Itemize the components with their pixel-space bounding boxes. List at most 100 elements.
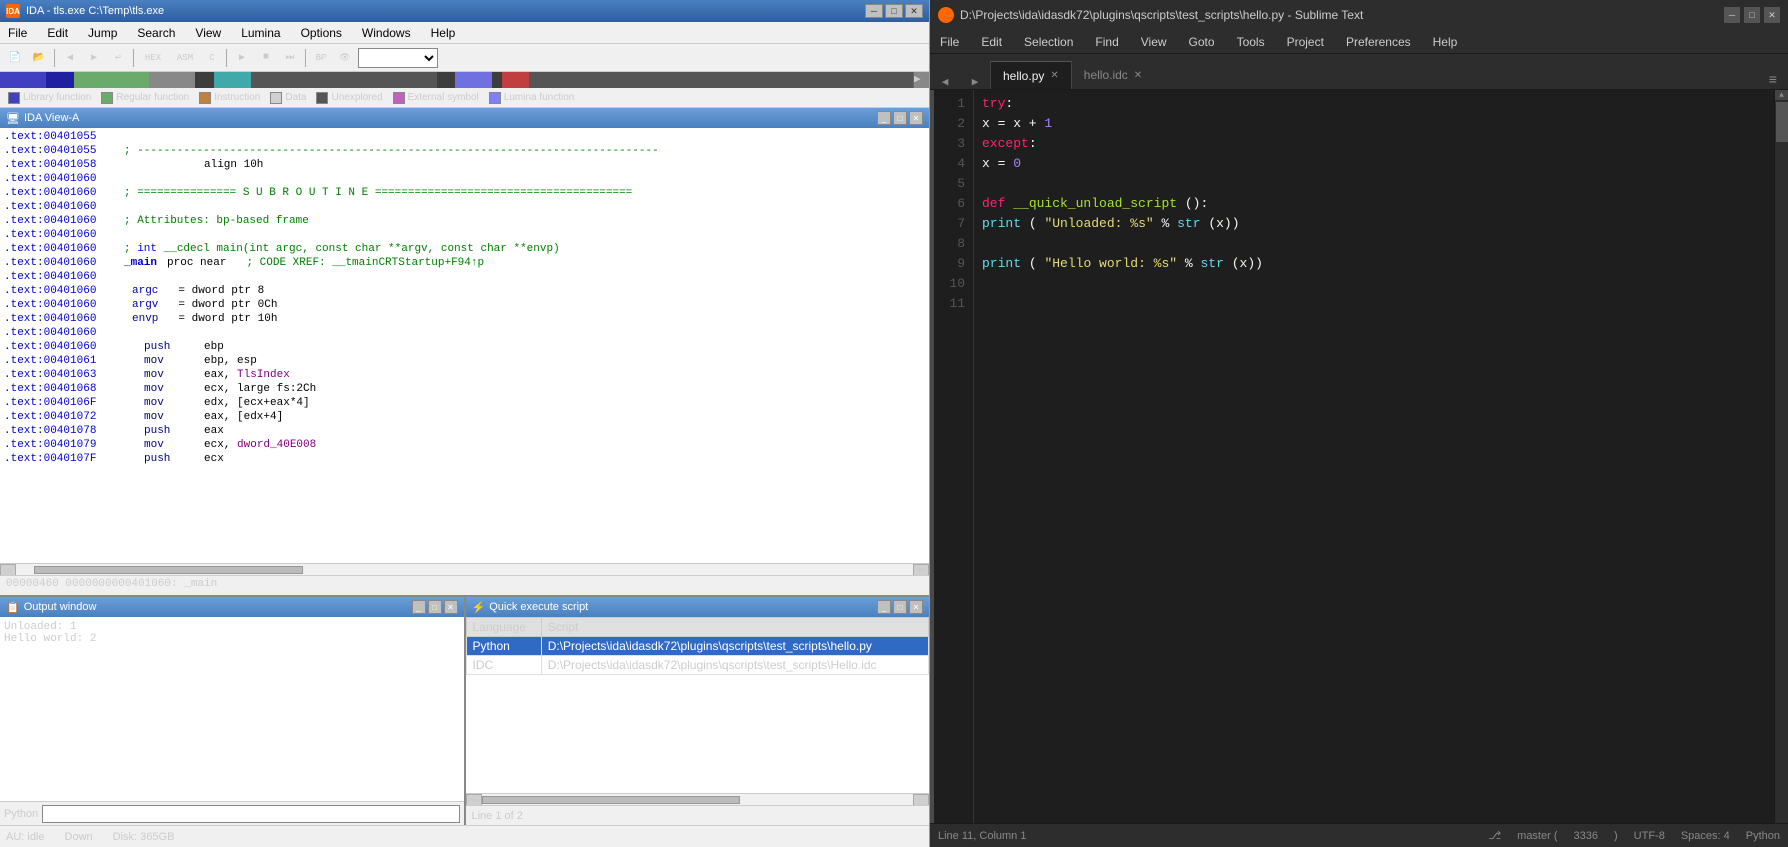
toolbar-sep1 xyxy=(54,49,55,67)
tab-hello-idc-close[interactable]: ✕ xyxy=(1134,70,1142,81)
line-num-2: 2 xyxy=(938,114,965,134)
script-maximize[interactable]: □ xyxy=(893,600,907,614)
toolbar-forward[interactable]: ▶ xyxy=(83,47,105,69)
tab-hello-idc[interactable]: hello.idc ✕ xyxy=(1072,61,1154,89)
script-scroll-left[interactable]: ◀ xyxy=(466,794,482,806)
sublime-statusbar: Line 11, Column 1 ⎇ master (3336) UTF-8 … xyxy=(930,823,1788,847)
nav-scroll-right[interactable]: ▶ xyxy=(913,72,929,88)
ida-statusbar: AU: idle Down Disk: 365GB xyxy=(0,825,929,847)
sublime-menu-view[interactable]: View xyxy=(1135,34,1173,50)
script-row-idc[interactable]: IDC D:\Projects\ida\idasdk72\plugins\qsc… xyxy=(466,656,929,675)
script-scroll-right[interactable]: ▶ xyxy=(913,794,929,806)
python-input[interactable] xyxy=(42,805,459,823)
scroll-right-btn[interactable]: ▶ xyxy=(913,564,929,576)
sublime-status-right: ⎇ master (3336) UTF-8 Spaces: 4 Python xyxy=(1488,829,1780,842)
menu-lumina[interactable]: Lumina xyxy=(237,25,284,41)
sublime-menu-tools[interactable]: Tools xyxy=(1231,34,1271,50)
sublime-vscrollbar[interactable]: ▲ xyxy=(1774,90,1788,823)
toolbar-new[interactable]: 📄 xyxy=(4,47,26,69)
menu-help[interactable]: Help xyxy=(427,25,460,41)
minimize-button[interactable]: ─ xyxy=(865,4,883,18)
ida-code-view[interactable]: .text:00401055 .text:00401055 ; --------… xyxy=(0,128,929,563)
script-footer: Line 1 of 2 xyxy=(466,805,930,825)
legend-unexp-color xyxy=(316,92,328,104)
ida-icon: IDA xyxy=(6,4,20,18)
toolbar-run[interactable]: ▶ xyxy=(231,47,253,69)
close-button[interactable]: ✕ xyxy=(905,4,923,18)
legend-lumina: Lumina function xyxy=(489,92,575,104)
navigation-bar[interactable]: ▶ xyxy=(0,72,929,88)
menu-file[interactable]: File xyxy=(4,25,31,41)
script-minimize[interactable]: _ xyxy=(877,600,891,614)
ida-view-close[interactable]: ✕ xyxy=(909,111,923,125)
script-table[interactable]: Language Script Python D:\Projects\ida\i… xyxy=(466,617,930,793)
sublime-close[interactable]: ✕ xyxy=(1764,7,1780,23)
ida-title: IDA - tls.exe C:\Temp\tls.exe xyxy=(26,5,164,17)
sublime-window: D:\Projects\ida\idasdk72\plugins\qscript… xyxy=(930,0,1788,847)
tab-nav-prev[interactable]: ◀ xyxy=(930,75,960,89)
sublime-menu-goto[interactable]: Goto xyxy=(1183,34,1221,50)
menu-jump[interactable]: Jump xyxy=(84,25,121,41)
output-content[interactable]: Unloaded: 1 Hello world: 2 xyxy=(0,617,464,801)
sublime-menu-preferences[interactable]: Preferences xyxy=(1340,34,1417,50)
toolbar-c[interactable]: C xyxy=(202,47,222,69)
toolbar-sep2 xyxy=(133,49,134,67)
horizontal-scrollbar[interactable]: ◀ ▶ xyxy=(0,563,929,575)
ida-view-maximize[interactable]: □ xyxy=(893,111,907,125)
toolbar-asm[interactable]: ASM xyxy=(170,47,200,69)
tab-nav-next[interactable]: ▶ xyxy=(960,75,990,89)
sublime-tabbar: ◀ ▶ hello.py ✕ hello.idc ✕ ≡ xyxy=(930,54,1788,90)
toolbar-bp[interactable]: BP xyxy=(310,47,332,69)
script-scroll-thumb[interactable] xyxy=(482,796,741,804)
tab-menu-btn[interactable]: ≡ xyxy=(1758,73,1788,89)
vscroll-up[interactable]: ▲ xyxy=(1775,90,1788,100)
col-script: Script xyxy=(541,618,928,637)
nav-block-red xyxy=(502,72,530,88)
toolbar-stop[interactable]: ■ xyxy=(255,47,277,69)
maximize-button[interactable]: □ xyxy=(885,4,903,18)
vscroll-thumb[interactable] xyxy=(1776,102,1788,142)
code-line: .text:00401060 ; int __cdecl main(int ar… xyxy=(0,242,929,256)
toolbar-open[interactable]: 📂 xyxy=(28,47,50,69)
menu-options[interactable]: Options xyxy=(297,25,346,41)
sublime-menu-project[interactable]: Project xyxy=(1281,34,1330,50)
ida-toolbar: 📄 📂 ◀ ▶ ↩ HEX ASM C ▶ ■ ⏭ BP 👁 xyxy=(0,44,929,72)
scroll-thumb[interactable] xyxy=(34,566,303,574)
sublime-menu-file[interactable]: File xyxy=(934,34,965,50)
ida-menu-bar: File Edit Jump Search View Lumina Option… xyxy=(0,22,929,44)
code-content[interactable]: try: x = x + 1 except: x = 0 def __quick… xyxy=(974,90,1774,823)
menu-view[interactable]: View xyxy=(191,25,225,41)
tab-hello-py[interactable]: hello.py ✕ xyxy=(990,61,1072,89)
sublime-menu-edit[interactable]: Edit xyxy=(975,34,1008,50)
sublime-menu-selection[interactable]: Selection xyxy=(1018,34,1079,50)
py-line-9: print ( "Hello world: %s" % str (x)) xyxy=(982,254,1766,274)
output-maximize[interactable]: □ xyxy=(428,600,442,614)
scroll-left-btn[interactable]: ◀ xyxy=(0,564,16,576)
tab-hello-py-close[interactable]: ✕ xyxy=(1050,70,1058,81)
sublime-minimize[interactable]: ─ xyxy=(1724,7,1740,23)
code-line: .text:00401060 argv = dword ptr 0Ch xyxy=(0,298,929,312)
sublime-menu-help[interactable]: Help xyxy=(1427,34,1464,50)
legend-data-label: Data xyxy=(285,92,306,103)
sublime-maximize[interactable]: □ xyxy=(1744,7,1760,23)
menu-search[interactable]: Search xyxy=(133,25,179,41)
toolbar-watch[interactable]: 👁 xyxy=(334,47,356,69)
output-minimize[interactable]: _ xyxy=(412,600,426,614)
toolbar-hex[interactable]: HEX xyxy=(138,47,168,69)
sublime-editor[interactable]: 1 2 3 4 5 6 7 8 9 10 11 try: x = x + 1 e xyxy=(930,90,1788,823)
menu-edit[interactable]: Edit xyxy=(43,25,72,41)
sublime-icon xyxy=(938,7,954,23)
output-close[interactable]: ✕ xyxy=(444,600,458,614)
ida-view-minimize[interactable]: _ xyxy=(877,111,891,125)
script-hscroll[interactable]: ◀ ▶ xyxy=(466,793,930,805)
toolbar-step[interactable]: ⏭ xyxy=(279,47,301,69)
sublime-menu-find[interactable]: Find xyxy=(1089,34,1124,50)
toolbar-back[interactable]: ◀ xyxy=(59,47,81,69)
menu-windows[interactable]: Windows xyxy=(358,25,415,41)
toolbar-combo[interactable] xyxy=(358,48,438,68)
toolbar-return[interactable]: ↩ xyxy=(107,47,129,69)
script-row-python[interactable]: Python D:\Projects\ida\idasdk72\plugins\… xyxy=(466,637,929,656)
script-close[interactable]: ✕ xyxy=(909,600,923,614)
code-line: .text:00401060 argc = dword ptr 8 xyxy=(0,284,929,298)
nav-block-dark xyxy=(251,72,437,88)
